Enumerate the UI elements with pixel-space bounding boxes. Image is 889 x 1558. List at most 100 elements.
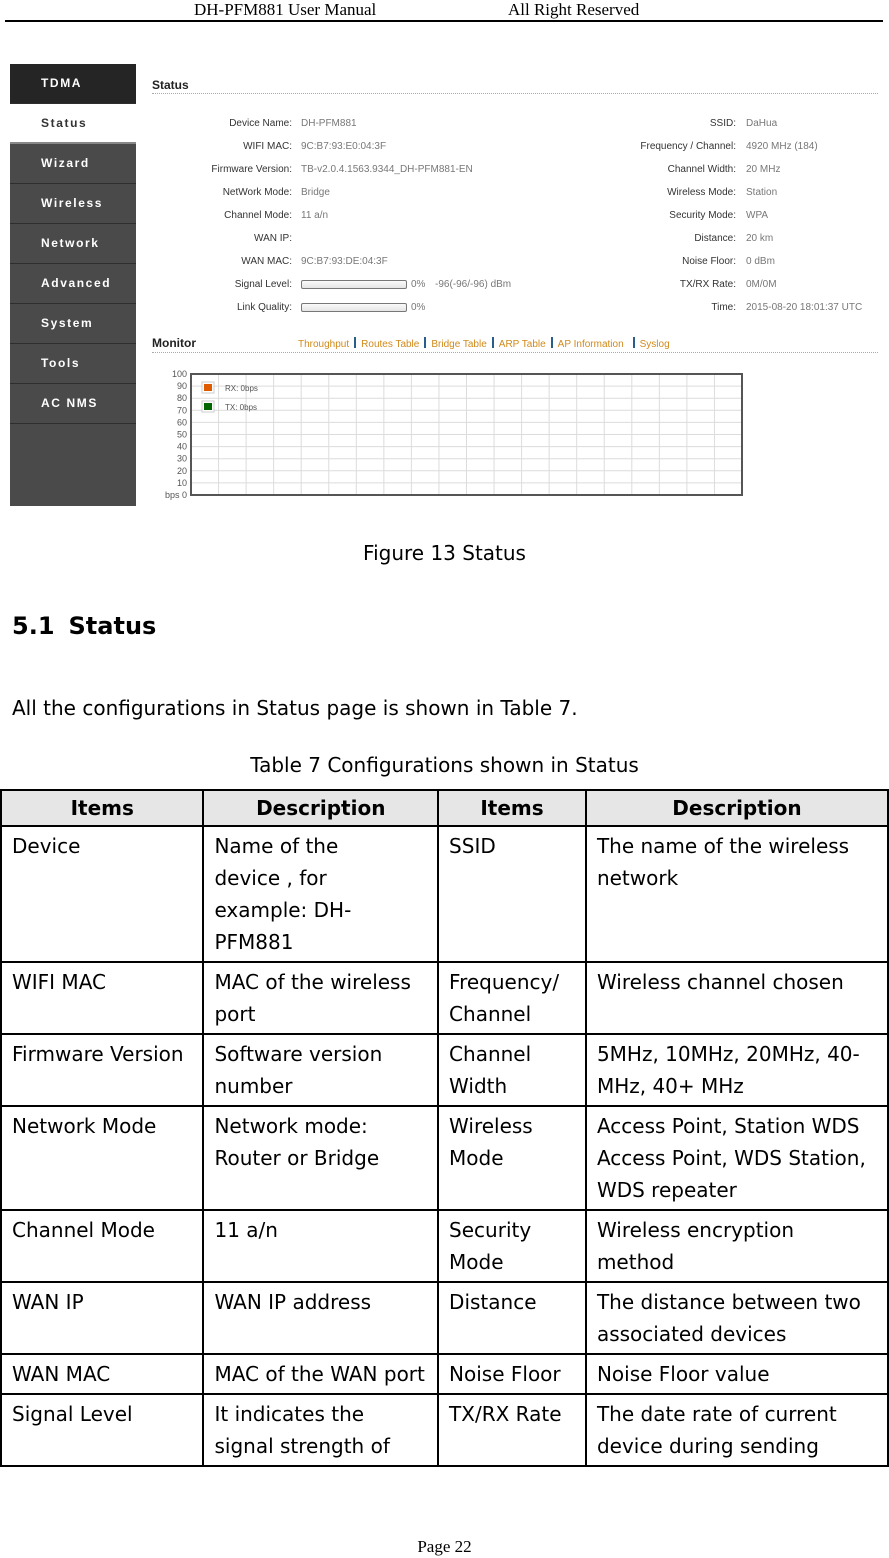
field-label: Wireless Mode:	[667, 187, 736, 198]
security-mode-row: Security Mode: WPA	[152, 210, 768, 224]
table-cell: Device	[0, 825, 205, 963]
table-row: Signal Level It indicates the signal str…	[0, 1393, 889, 1467]
tab-separator	[354, 337, 357, 348]
legend-label: RX: 0bps	[225, 384, 258, 393]
sidebar-item-ac-nms[interactable]: AC NMS	[10, 384, 136, 424]
sidebar-item-tools[interactable]: Tools	[10, 344, 136, 384]
tx-rx-rate-row: TX/RX Rate: 0M/0M	[152, 279, 777, 293]
table-cell: Noise Floor	[437, 1353, 587, 1395]
table-row: WAN IP WAN IP address Distance The dista…	[0, 1281, 889, 1355]
page-number: Page 22	[417, 1537, 472, 1556]
distance-row: Distance: 20 km	[152, 233, 773, 247]
header-rule	[5, 20, 883, 22]
table-cell: WIFI MAC	[0, 961, 205, 1035]
ssid-value: DaHua	[746, 118, 778, 129]
tab-ap-information[interactable]: AP Information	[558, 339, 624, 350]
channel-width-row: Channel Width: 20 MHz	[152, 164, 781, 178]
y-tick-label: 20	[177, 466, 187, 476]
sidebar-item-status[interactable]: Status	[10, 104, 136, 144]
y-tick-label: 80	[177, 393, 187, 403]
tab-arp-table[interactable]: ARP Table	[499, 339, 546, 350]
security-mode-value: WPA	[746, 210, 769, 221]
tab-syslog[interactable]: Syslog	[640, 339, 670, 350]
y-tick-label: bps 0	[165, 490, 187, 500]
header-description: Description	[584, 789, 889, 827]
sidebar-item-wizard[interactable]: Wizard	[10, 144, 136, 184]
table-cell: TX/RX Rate	[437, 1393, 587, 1467]
table-row: WAN MAC MAC of the WAN port Noise Floor …	[0, 1353, 889, 1395]
time-value: 2015-08-20 18:01:37 UTC	[746, 302, 863, 313]
status-title: Status	[152, 78, 189, 92]
manual-title: DH-PFM881 User Manual	[194, 0, 377, 19]
table-cell: Distance	[437, 1281, 587, 1355]
field-label: Frequency / Channel:	[640, 141, 736, 152]
table-cell: Network mode: Router or Bridge	[202, 1105, 440, 1211]
ssid-row: SSID: DaHua	[152, 118, 777, 132]
noise-floor-row: Noise Floor: 0 dBm	[152, 256, 775, 270]
tx-rx-rate-value: 0M/0M	[746, 279, 777, 290]
tab-separator	[424, 337, 427, 348]
status-panel: Status Device Name: DH-PFM881 WIFI MAC: …	[152, 64, 880, 506]
table-row: Channel Mode 11 a/n Security Mode Wirele…	[0, 1209, 889, 1283]
sidebar-item-tdma[interactable]: TDMA	[10, 64, 136, 104]
frequency-channel-row: Frequency / Channel: 4920 MHz (184)	[152, 141, 817, 155]
tab-separator	[632, 337, 635, 348]
table-cell: It indicates the signal strength of	[202, 1393, 440, 1467]
sidebar-item-system[interactable]: System	[10, 304, 136, 344]
table-cell: 11 a/n	[202, 1209, 440, 1283]
y-tick-label: 100	[172, 369, 187, 379]
status-screenshot-figure: TDMA Status Wizard Wireless Network Adva…	[10, 64, 880, 506]
tab-separator	[491, 337, 494, 348]
table-caption: Table 7 Configurations shown in Status	[250, 753, 639, 777]
table-cell: SSID	[437, 825, 587, 963]
field-label: Noise Floor:	[682, 256, 736, 267]
throughput-chart-svg: bps 0 10 20 30 40 50 60 70 80 90 100 RX: 0bps TX: 0b…	[165, 369, 743, 500]
frequency-channel-value: 4920 MHz (184)	[746, 141, 818, 152]
wireless-mode-value: Station	[746, 187, 778, 198]
table-cell: Channel Width	[437, 1033, 587, 1107]
tab-bridge-table[interactable]: Bridge Table	[431, 339, 486, 350]
table-row: Device Name of the device , for example:…	[0, 825, 889, 963]
table-cell: Security Mode	[437, 1209, 587, 1283]
table-row: Network Mode Network mode: Router or Bri…	[0, 1105, 889, 1211]
header-items: Items	[0, 789, 205, 827]
field-label: Channel Width:	[667, 164, 736, 175]
throughput-chart: bps 0 10 20 30 40 50 60 70 80 90 100 RX: 0bps TX: 0b…	[152, 364, 752, 506]
table-cell: The name of the wireless network	[584, 825, 889, 963]
sidebar-item-network[interactable]: Network	[10, 224, 136, 264]
sidebar-nav: TDMA Status Wizard Wireless Network Adva…	[10, 64, 136, 506]
sidebar-item-wireless[interactable]: Wireless	[10, 184, 136, 224]
table-cell: Wireless encryption method	[584, 1209, 889, 1283]
legend-label: TX: 0bps	[225, 403, 257, 412]
table-cell: WAN IP address	[202, 1281, 440, 1355]
table-cell: Access Point, Station WDS Access Point, …	[584, 1105, 889, 1211]
section-title: Status	[68, 612, 157, 640]
table-row: Firmware Version Software version number…	[0, 1033, 889, 1107]
table-cell: WAN MAC	[0, 1353, 205, 1395]
field-label: TX/RX Rate:	[679, 279, 736, 290]
intro-paragraph: All the configurations in Status page is…	[12, 696, 578, 720]
y-tick-label: 90	[177, 381, 187, 391]
monitor-divider	[152, 352, 878, 353]
rights-notice: All Right Reserved	[508, 0, 640, 19]
table-cell: Signal Level	[0, 1393, 205, 1467]
monitor-tabs: Throughput Routes Table Bridge Table ARP Ta…	[298, 337, 670, 350]
legend-swatch	[204, 384, 212, 391]
figure-caption: Figure 13 Status	[363, 541, 526, 565]
tab-throughput[interactable]: Throughput	[298, 339, 349, 350]
table-cell: Network Mode	[0, 1105, 205, 1211]
section-number: 5.1	[12, 612, 55, 640]
sidebar-item-advanced[interactable]: Advanced	[10, 264, 136, 304]
table-cell: Firmware Version	[0, 1033, 205, 1107]
y-tick-label: 60	[177, 417, 187, 427]
table-row: WIFI MAC MAC of the wireless port Freque…	[0, 961, 889, 1035]
field-label: Distance:	[694, 233, 736, 244]
field-label: Time:	[711, 302, 736, 313]
title-divider	[152, 93, 878, 94]
tab-routes-table[interactable]: Routes Table	[361, 339, 419, 350]
table-cell: Name of the device , for example: DH-PFM…	[202, 825, 440, 963]
table-header-row: Items Description Items Description	[0, 789, 889, 827]
table-cell: Channel Mode	[0, 1209, 205, 1283]
table-cell: Wireless Mode	[437, 1105, 587, 1211]
header-items: Items	[437, 789, 587, 827]
